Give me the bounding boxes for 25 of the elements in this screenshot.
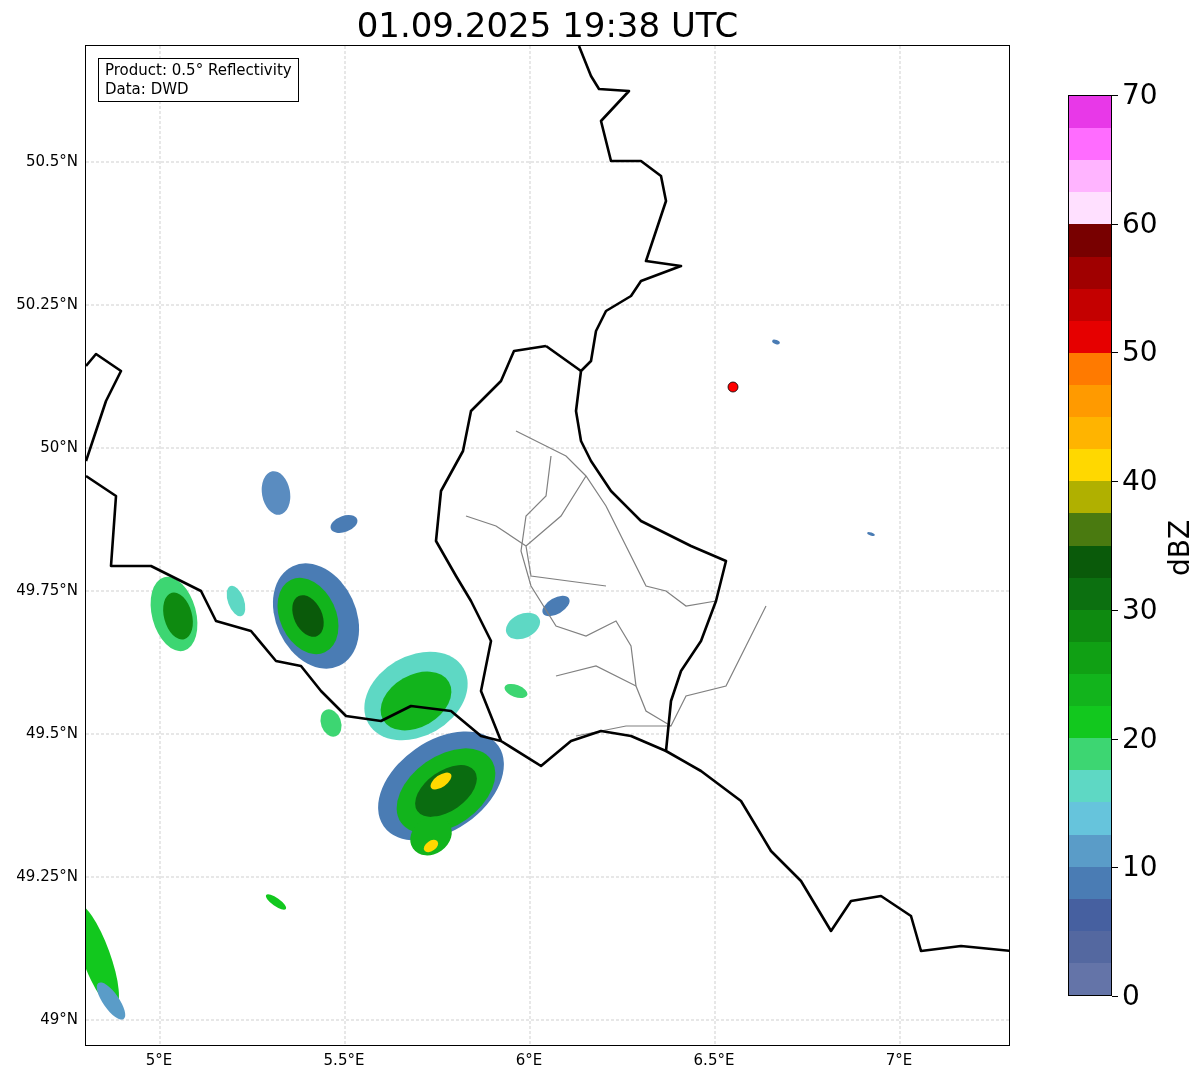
longitude-label: 7°E (884, 1050, 914, 1070)
longitude-label: 5.5°E (322, 1050, 366, 1070)
latitude-label: 50.25°N (15, 294, 78, 314)
latitude-label: 49.5°N (24, 723, 78, 743)
colorbar-tick-label: 40 (1122, 465, 1158, 498)
info-text: Product: 0.5° Reflectivity (105, 61, 292, 80)
latitude-label: 49°N (39, 1009, 78, 1029)
colorbar-tick-label: 70 (1122, 79, 1158, 111)
colorbar-tick-label: 50 (1122, 336, 1158, 369)
longitude-label: 6.5°E (692, 1050, 736, 1070)
radar-site-marker (727, 381, 739, 393)
colorbar-tick-label: 60 (1122, 207, 1158, 240)
colorbar-tick-label: 0 (1122, 980, 1140, 1012)
colorbar-tick-label: 10 (1122, 851, 1158, 884)
chart-title: 01.09.2025 19:38 UTC (356, 5, 739, 45)
longitude-label: 6°E (514, 1050, 544, 1070)
info-text: Data: DWD (105, 80, 190, 99)
longitude-label: 5°E (144, 1050, 174, 1070)
latitude-label: 50°N (39, 437, 78, 457)
latitude-label: 49.75°N (15, 580, 78, 600)
latitude-label: 50.5°N (24, 151, 78, 171)
colorbar-tick-label: 20 (1122, 722, 1158, 755)
latitude-label: 49.25°N (15, 866, 78, 886)
colorbar-label: dBZ (1164, 518, 1196, 579)
colorbar-tick-label: 30 (1122, 593, 1158, 626)
